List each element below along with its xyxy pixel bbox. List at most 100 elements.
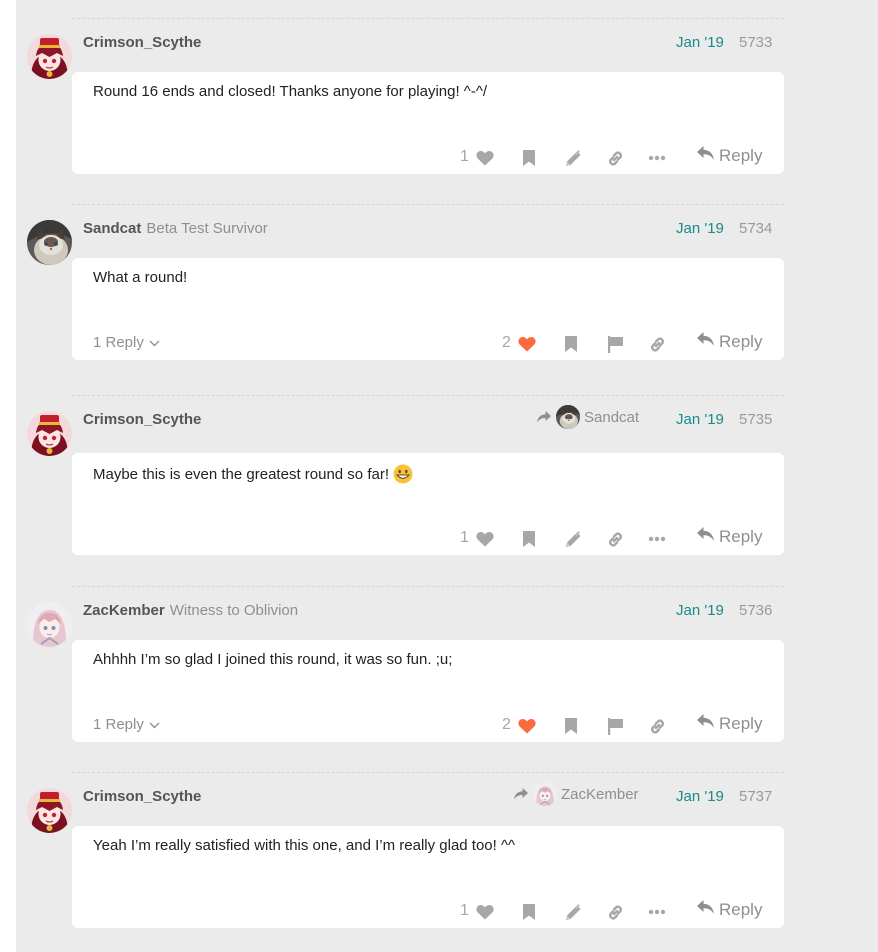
link-icon[interactable] xyxy=(646,332,668,356)
bookmark-icon[interactable] xyxy=(561,714,581,738)
topic-post: ZacKember Witness to Oblivion Jan '19 5736 A… xyxy=(16,586,878,766)
avatar[interactable] xyxy=(27,788,72,833)
like-count[interactable]: 2 xyxy=(502,334,511,352)
username-link[interactable]: Crimson_Scythe xyxy=(83,34,201,51)
post-card: What a round! 1 Reply 2 Reply xyxy=(72,258,784,360)
heart-icon[interactable] xyxy=(474,527,496,551)
pencil-icon[interactable] xyxy=(562,900,584,924)
reply-arrow-icon xyxy=(696,899,719,920)
reply-button-label[interactable]: Reply xyxy=(719,527,762,547)
replies-count-label[interactable]: 1 Reply xyxy=(93,716,144,733)
reply-arrow-icon xyxy=(696,145,719,166)
reply-to-avatar xyxy=(533,782,557,806)
bookmark-icon[interactable] xyxy=(519,146,539,170)
post-date-link[interactable]: Jan '19 xyxy=(676,34,724,51)
avatar[interactable] xyxy=(27,411,72,456)
heart-icon[interactable] xyxy=(516,714,538,738)
post-separator xyxy=(72,772,784,773)
reply-arrow-icon xyxy=(513,787,529,801)
username-text[interactable]: Crimson_Scythe xyxy=(83,788,201,805)
bookmark-icon[interactable] xyxy=(561,332,581,356)
link-icon[interactable] xyxy=(646,714,668,738)
post-separator xyxy=(72,204,784,205)
reply-to-tab[interactable]: ZacKember xyxy=(513,782,639,806)
reply-button[interactable]: Reply xyxy=(696,713,762,734)
reply-to-username: ZacKember xyxy=(561,785,639,803)
post-body: Ahhhh I’m so glad I joined this round, i… xyxy=(93,651,452,668)
post-body-text: Yeah I’m really satisfied with this one,… xyxy=(93,837,516,854)
replies-count-label[interactable]: 1 Reply xyxy=(93,334,144,351)
reply-button[interactable]: Reply xyxy=(696,526,762,547)
avatar[interactable] xyxy=(27,602,72,647)
post-body: Yeah I’m really satisfied with this one,… xyxy=(93,837,515,854)
bookmark-icon[interactable] xyxy=(519,527,539,551)
like-count[interactable]: 1 xyxy=(460,902,469,920)
reply-button-label[interactable]: Reply xyxy=(719,900,762,920)
username-text[interactable]: Crimson_Scythe xyxy=(83,411,201,428)
post-card: Yeah I’m really satisfied with this one,… xyxy=(72,826,784,928)
more-actions-icon[interactable] xyxy=(647,900,667,924)
flag-icon[interactable] xyxy=(605,332,625,356)
avatar[interactable] xyxy=(27,220,72,265)
post-number: 5734 xyxy=(739,220,773,237)
post-body-text: Maybe this is even the greatest round so… xyxy=(93,465,389,483)
reply-to-avatar xyxy=(556,405,580,429)
reply-button[interactable]: Reply xyxy=(696,899,762,920)
reply-arrow-icon xyxy=(696,526,719,547)
post-date-link[interactable]: Jan '19 xyxy=(676,220,724,237)
link-icon[interactable] xyxy=(604,527,626,551)
username-text[interactable]: ZacKember xyxy=(83,602,165,619)
post-body-text: Ahhhh I’m so glad I joined this round, i… xyxy=(93,651,453,668)
post-body-text: What a round! xyxy=(93,269,188,286)
reply-button-label[interactable]: Reply xyxy=(719,714,762,734)
post-number: 5733 xyxy=(739,34,773,51)
username-text[interactable]: Crimson_Scythe xyxy=(83,34,201,51)
username-link[interactable]: Crimson_Scythe xyxy=(83,411,201,428)
show-replies-button[interactable]: 1 Reply xyxy=(93,334,160,351)
username-link[interactable]: ZacKember Witness to Oblivion xyxy=(83,602,298,619)
like-count[interactable]: 1 xyxy=(460,529,469,547)
topic-stream: Crimson_Scythe Jan '19 5733 Round 16 ends a… xyxy=(16,0,878,952)
flag-icon[interactable] xyxy=(605,714,625,738)
reply-button-label[interactable]: Reply xyxy=(719,146,762,166)
username-text[interactable]: Sandcat xyxy=(83,220,141,237)
heart-icon[interactable] xyxy=(474,146,496,170)
post-number: 5735 xyxy=(739,411,773,428)
pencil-icon[interactable] xyxy=(562,527,584,551)
reply-arrow-icon xyxy=(696,331,719,352)
link-icon[interactable] xyxy=(604,900,626,924)
grinning-face-emoji-icon xyxy=(393,464,413,484)
chevron-down-icon xyxy=(144,716,160,733)
bookmark-icon[interactable] xyxy=(519,900,539,924)
more-actions-icon[interactable] xyxy=(647,527,667,551)
user-title: Witness to Oblivion xyxy=(169,602,299,619)
reply-to-tab[interactable]: Sandcat xyxy=(536,405,639,429)
post-body: What a round! xyxy=(93,269,187,286)
post-separator xyxy=(72,395,784,396)
more-actions-icon[interactable] xyxy=(647,146,667,170)
topic-post: Sandcat Beta Test Survivor Jan '19 5734 What… xyxy=(16,204,878,384)
post-date-link[interactable]: Jan '19 xyxy=(676,602,724,619)
post-date-link[interactable]: Jan '19 xyxy=(676,788,724,805)
avatar[interactable] xyxy=(27,34,72,79)
post-card: Maybe this is even the greatest round so… xyxy=(72,453,784,555)
topic-post: Crimson_Scythe ZacKember Jan '19 5737 Yeah I… xyxy=(16,772,878,952)
username-link[interactable]: Sandcat Beta Test Survivor xyxy=(83,220,268,237)
link-icon[interactable] xyxy=(604,146,626,170)
heart-icon[interactable] xyxy=(474,900,496,924)
post-date-link[interactable]: Jan '19 xyxy=(676,411,724,428)
post-number: 5736 xyxy=(739,602,773,619)
topic-post: Crimson_Scythe Jan '19 5733 Round 16 ends a… xyxy=(16,18,878,198)
post-separator xyxy=(72,18,784,19)
post-body-text: Round 16 ends and closed! Thanks anyone … xyxy=(93,83,488,100)
reply-button[interactable]: Reply xyxy=(696,331,762,352)
pencil-icon[interactable] xyxy=(562,146,584,170)
reply-button-label[interactable]: Reply xyxy=(719,332,762,352)
reply-button[interactable]: Reply xyxy=(696,145,762,166)
show-replies-button[interactable]: 1 Reply xyxy=(93,716,160,733)
heart-icon[interactable] xyxy=(516,332,538,356)
like-count[interactable]: 1 xyxy=(460,148,469,166)
like-count[interactable]: 2 xyxy=(502,716,511,734)
post-card: Round 16 ends and closed! Thanks anyone … xyxy=(72,72,784,174)
username-link[interactable]: Crimson_Scythe xyxy=(83,788,201,805)
